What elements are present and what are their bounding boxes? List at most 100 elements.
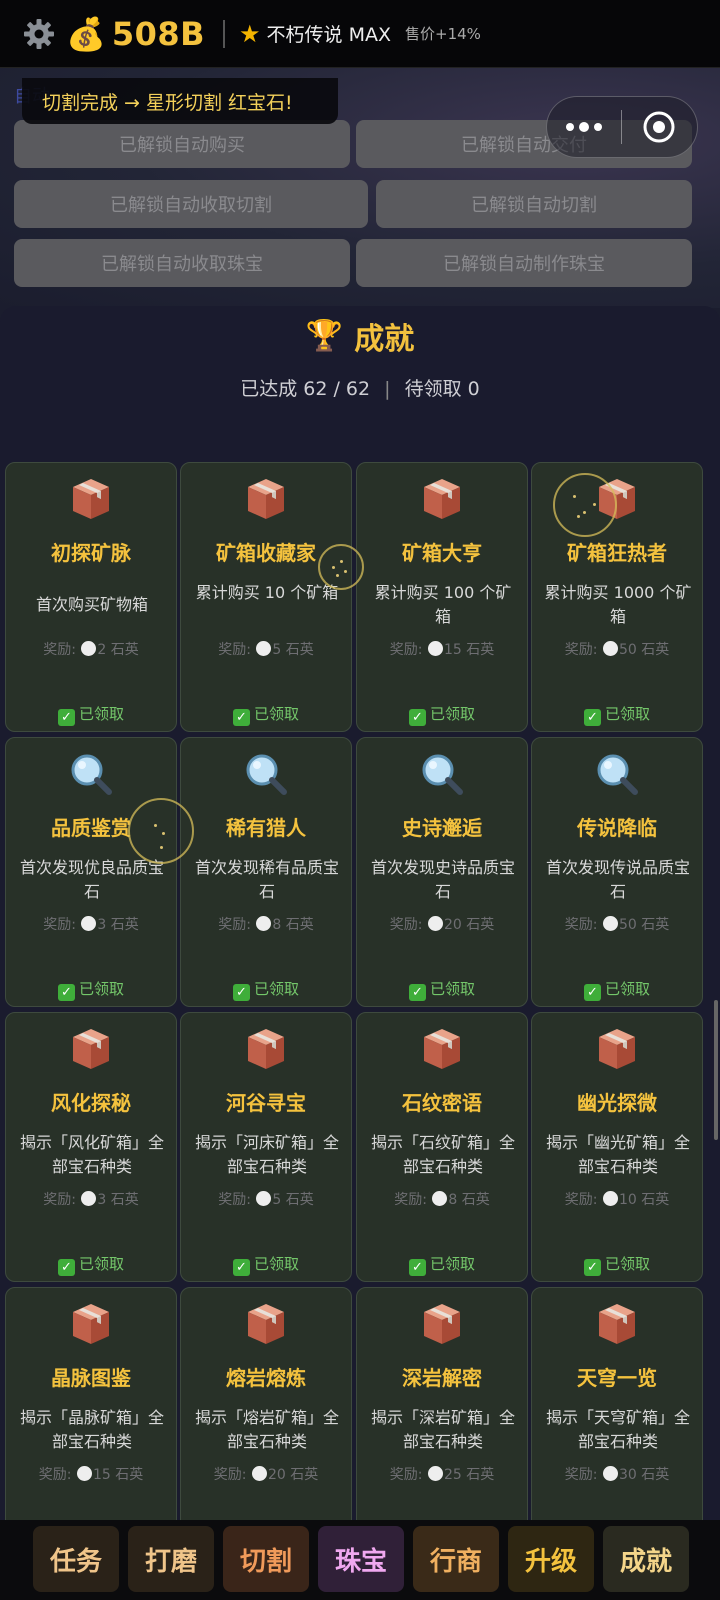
claimed-label: 已领取 — [604, 705, 650, 723]
achievement-name: 稀有猎人 — [226, 816, 306, 840]
claimed-label: 已领取 — [253, 980, 299, 998]
checkmark-icon: ✓ — [57, 709, 75, 726]
nav-jewelry[interactable]: 珠宝 — [318, 1526, 404, 1592]
auto-collect-jewel-button[interactable]: 已解锁自动收取珠宝 — [14, 239, 350, 287]
quartz-icon — [427, 1466, 443, 1481]
achievement-desc: 累计购买 1000 个矿箱 — [544, 583, 692, 626]
reward-label: 奖励: — [564, 917, 598, 933]
toast-notification: 切割完成 → 星形切割 红宝石! — [22, 78, 338, 124]
reward-unit: 石英 — [641, 642, 670, 658]
achievement-desc: 首次发现史诗品质宝石 — [370, 858, 515, 901]
quartz-icon — [251, 1466, 267, 1481]
reward-unit: 石英 — [461, 1192, 490, 1208]
achievement-reward: 奖励: 20 石英 — [357, 914, 527, 934]
box-icon — [532, 1302, 702, 1356]
reward-label: 奖励: — [564, 642, 598, 658]
claimed-status: ✓已领取 — [181, 978, 351, 1001]
auto-cut-button[interactable]: 已解锁自动切割 — [376, 180, 692, 228]
auto-collect-cut-button[interactable]: 已解锁自动收取切割 — [14, 180, 368, 228]
claimed-status: ✓已领取 — [6, 703, 176, 726]
more-icon[interactable] — [547, 121, 621, 132]
reward-label: 奖励: — [394, 1192, 427, 1208]
reward-label: 奖励: — [213, 1467, 247, 1483]
nav-tasks[interactable]: 任务 — [33, 1526, 119, 1592]
checkmark-icon: ✓ — [583, 984, 601, 1001]
nav-polish[interactable]: 打磨 — [128, 1526, 214, 1592]
claimed-label: 已领取 — [253, 1255, 299, 1273]
reward-label: 奖励: — [43, 1192, 76, 1208]
box-icon — [6, 1302, 176, 1356]
coin-balance: 508B — [111, 14, 206, 53]
reward-unit: 石英 — [285, 917, 314, 933]
achievement-desc: 首次发现优良品质宝石 — [19, 858, 164, 901]
reward-amount: 20 — [267, 1467, 286, 1483]
quartz-icon — [432, 1191, 448, 1206]
reward-amount: 8 — [448, 1192, 458, 1208]
reward-amount: 15 — [443, 642, 462, 658]
claimed-status: ✓已领取 — [181, 703, 351, 726]
achievement-card: 稀有猎人 首次发现稀有品质宝石 奖励: 8 石英 ✓ 已领取 — [180, 737, 352, 1007]
reward-unit: 石英 — [110, 1192, 139, 1208]
reward-amount: 30 — [618, 1467, 637, 1483]
nav-cut[interactable]: 切割 — [223, 1526, 309, 1592]
quartz-icon — [256, 1191, 272, 1206]
sparkle-effect — [128, 798, 194, 864]
checkmark-icon: ✓ — [57, 984, 75, 1001]
achievement-reward: 奖励: 8 石英 — [357, 1189, 527, 1209]
quartz-icon — [256, 641, 272, 656]
box-icon — [357, 1027, 527, 1081]
settings-gear-icon[interactable] — [22, 17, 56, 51]
summary-separator: | — [384, 378, 391, 400]
achievement-card: 石纹密语 揭示「石纹矿箱」全部宝石种类 奖励: 8 石英 ✓ 已领取 — [356, 1012, 528, 1282]
top-bar: 💰 508B ★ 不朽传说 MAX 售价+14% — [0, 0, 720, 68]
auto-craft-jewel-button[interactable]: 已解锁自动制作珠宝 — [356, 239, 692, 287]
achievement-name: 史诗邂逅 — [402, 816, 482, 840]
auto-buy-button[interactable]: 已解锁自动购买 — [14, 120, 350, 168]
scrollbar[interactable] — [714, 1000, 718, 1140]
quartz-icon — [602, 641, 618, 656]
nav-achievements[interactable]: 成就 — [603, 1526, 689, 1592]
box-icon — [6, 477, 176, 531]
close-target-icon[interactable] — [622, 110, 698, 144]
achievement-card: 史诗邂逅 首次发现史诗品质宝石 奖励: 20 石英 ✓ 已领取 — [356, 737, 528, 1007]
reward-label: 奖励: — [218, 1192, 251, 1208]
achievement-header: 🏆 成就 — [0, 314, 720, 358]
reward-unit: 石英 — [466, 642, 495, 658]
achievement-desc: 揭示「幽光矿箱」全部宝石种类 — [545, 1133, 690, 1176]
achievement-summary: 已达成 62 / 62 | 待领取 0 — [0, 374, 720, 401]
reward-unit: 石英 — [641, 1467, 670, 1483]
claimed-label: 已领取 — [429, 705, 475, 723]
reward-amount: 5 — [272, 642, 282, 658]
achievement-reward: 奖励: 2 石英 — [6, 639, 176, 659]
achievement-name: 深岩解密 — [402, 1366, 482, 1390]
magnifier-icon — [532, 752, 702, 806]
achievement-desc: 首次发现传说品质宝石 — [545, 858, 690, 901]
quartz-icon — [427, 641, 443, 656]
checkmark-icon: ✓ — [232, 709, 250, 726]
achievement-card: 矿箱收藏家 累计购买 10 个矿箱 奖励: 5 石英 ✓ 已领取 — [180, 462, 352, 732]
claimed-label: 已领取 — [78, 980, 124, 998]
checkmark-icon: ✓ — [57, 1259, 75, 1276]
achievement-reward: 奖励: 25 石英 — [357, 1464, 527, 1484]
achievement-card: 传说降临 首次发现传说品质宝石 奖励: 50 石英 ✓ 已领取 — [531, 737, 703, 1007]
claimed-label: 已领取 — [78, 1255, 124, 1273]
nav-merchant[interactable]: 行商 — [413, 1526, 499, 1592]
achievement-card: 深岩解密揭示「深岩矿箱」全部宝石种类奖励: 25 石英✓已领取 — [356, 1287, 528, 1557]
reward-amount: 3 — [97, 1192, 107, 1208]
achievement-name: 初探矿脉 — [51, 541, 131, 565]
claimed-status: ✓已领取 — [357, 703, 527, 726]
achievement-name: 天穹一览 — [577, 1366, 657, 1390]
sparkle-effect — [318, 544, 364, 590]
achieved-count: 已达成 62 / 62 — [240, 378, 371, 400]
reward-amount: 8 — [272, 917, 282, 933]
reward-amount: 20 — [443, 917, 462, 933]
achievement-desc: 累计购买 10 个矿箱 — [195, 583, 339, 602]
quartz-icon — [427, 916, 443, 931]
nav-upgrade[interactable]: 升级 — [508, 1526, 594, 1592]
reward-unit: 石英 — [466, 1467, 495, 1483]
claimed-status: ✓已领取 — [357, 1253, 527, 1276]
achievement-desc: 揭示「熔岩矿箱」全部宝石种类 — [194, 1408, 339, 1451]
reward-label: 奖励: — [43, 642, 76, 658]
claimed-status: ✓已领取 — [181, 1253, 351, 1276]
achievement-reward: 奖励: 50 石英 — [532, 639, 702, 659]
